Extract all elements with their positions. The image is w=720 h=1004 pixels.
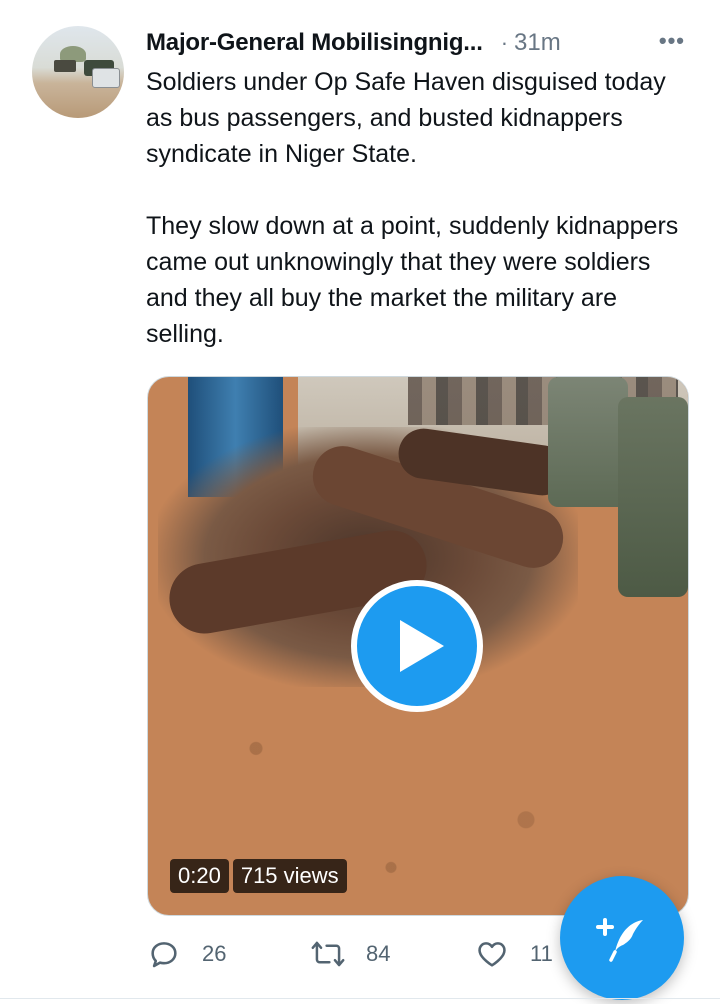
compose-tweet-icon (596, 918, 643, 962)
play-button[interactable] (351, 580, 483, 712)
retweet-count: 84 (366, 941, 391, 966)
tweet-header: Major-General Mobilisingnig... · 31m ••• (146, 28, 700, 58)
video-meta: 0:20 715 views (170, 859, 347, 893)
like-count: 11 (530, 941, 553, 966)
tweet-timestamp[interactable]: 31m (514, 29, 561, 57)
reply-icon (146, 936, 182, 972)
compose-tweet-button[interactable] (560, 876, 684, 1000)
avatar-vehicle (54, 60, 76, 72)
like-button[interactable]: 11 (474, 936, 553, 972)
reply-count: 26 (202, 941, 227, 966)
video-duration: 0:20 (170, 859, 229, 893)
tweet-text: Soldiers under Op Safe Haven disguised t… (146, 68, 679, 348)
retweet-icon (310, 936, 346, 972)
header-separator: · (500, 30, 509, 55)
retweet-button[interactable]: 84 (310, 936, 390, 972)
video-views: 715 views (232, 859, 347, 893)
video-player[interactable]: 0:20 715 views (147, 376, 689, 916)
author-avatar[interactable] (32, 26, 124, 118)
play-icon (400, 620, 444, 672)
reply-button[interactable]: 26 (146, 936, 226, 972)
divider (0, 998, 720, 999)
author-name[interactable]: Major-General Mobilisingnig... (146, 29, 483, 57)
avatar-vehicle (92, 68, 120, 88)
more-options-icon[interactable]: ••• (659, 28, 685, 54)
heart-icon (474, 936, 510, 972)
